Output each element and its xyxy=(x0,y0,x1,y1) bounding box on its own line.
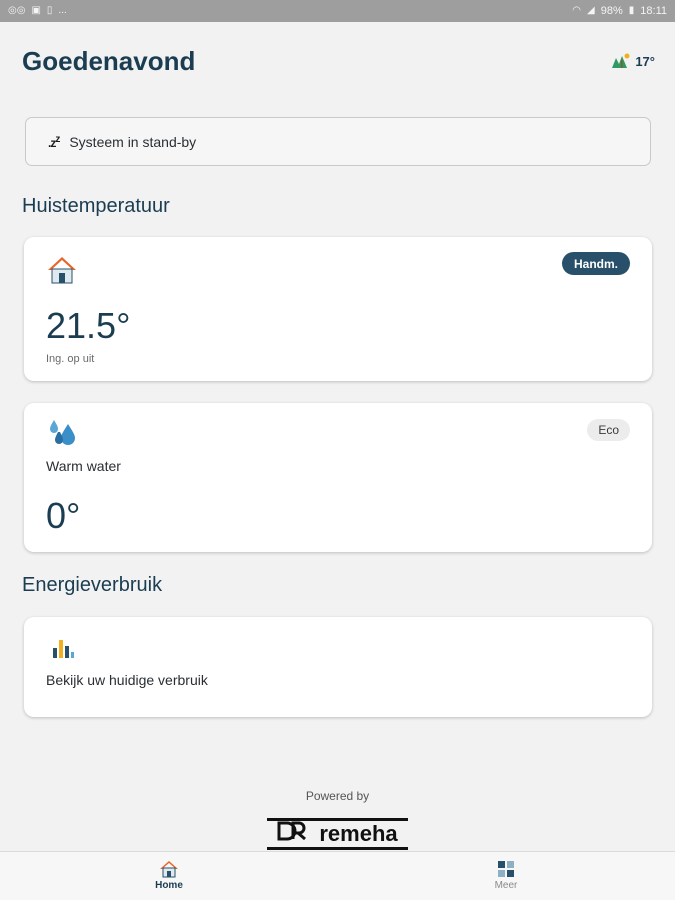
status-bar-notifications: ◎◎ ▣ ▯ ... xyxy=(8,6,67,16)
signal-icon: ◢ xyxy=(587,5,595,16)
energy-usage-label: Bekijk uw huidige verbruik xyxy=(46,672,208,688)
section-title-energy: Energieverbruik xyxy=(22,574,163,596)
system-status-text: Systeem in stand-by xyxy=(69,133,197,150)
section-title-house-temperature: Huistemperatuur xyxy=(22,195,170,217)
battery-icon: ▮ xyxy=(628,5,635,16)
brand-logo: remeha xyxy=(267,818,408,850)
system-status-banner[interactable]: .zz Systeem in stand-by xyxy=(25,117,651,166)
nav-item-label: Home xyxy=(155,880,183,891)
nav-item-more[interactable]: Meer xyxy=(476,860,536,891)
warm-water-card[interactable]: Eco Warm water 0° xyxy=(24,403,652,552)
battery-level: 98% xyxy=(600,5,623,17)
clipboard-icon: ▯ xyxy=(46,5,53,16)
bottom-navigation: Home Meer xyxy=(0,851,675,900)
remeha-logo-mark xyxy=(277,821,307,847)
house-icon xyxy=(46,255,78,290)
voicemail-icon: ◎◎ xyxy=(8,5,26,16)
warm-water-temperature: 0° xyxy=(46,495,81,536)
outdoor-temperature: 17° xyxy=(635,54,655,69)
status-time: 18:11 xyxy=(640,5,667,17)
house-temperature-card[interactable]: Handm. 21.5° Ing. op uit xyxy=(24,237,652,381)
powered-by-label: Powered by xyxy=(305,789,370,803)
page-title: Goedenavond xyxy=(22,46,196,76)
house-setting-label: Ing. op uit xyxy=(46,353,95,365)
more-icon: ... xyxy=(58,5,67,16)
water-drops-icon xyxy=(48,418,80,453)
warm-water-label: Warm water xyxy=(46,458,121,474)
status-bar-system: ◠ ◢ 98% ▮ 18:11 xyxy=(572,5,667,17)
house-temperature-value: 21.5° xyxy=(46,305,131,346)
bar-chart-icon xyxy=(51,636,75,665)
sleep-zz-icon: .zz xyxy=(48,133,60,150)
house-icon xyxy=(160,861,178,878)
wifi-icon: ◠ xyxy=(572,5,582,16)
image-icon: ▣ xyxy=(31,5,41,16)
status-bar: ◎◎ ▣ ▯ ... ◠ ◢ 98% ▮ 18:11 xyxy=(0,0,675,22)
landscape-icon xyxy=(610,52,632,71)
nav-item-label: Meer xyxy=(494,880,518,891)
mode-badge-eco[interactable]: Eco xyxy=(587,419,630,441)
nav-item-home[interactable]: Home xyxy=(139,860,199,891)
weather-widget[interactable]: 17° xyxy=(610,52,655,71)
brand-name: remeha xyxy=(319,821,398,846)
mode-badge-manual[interactable]: Handm. xyxy=(561,252,630,275)
grid-icon xyxy=(498,861,514,877)
energy-usage-card[interactable]: Bekijk uw huidige verbruik xyxy=(24,617,652,717)
